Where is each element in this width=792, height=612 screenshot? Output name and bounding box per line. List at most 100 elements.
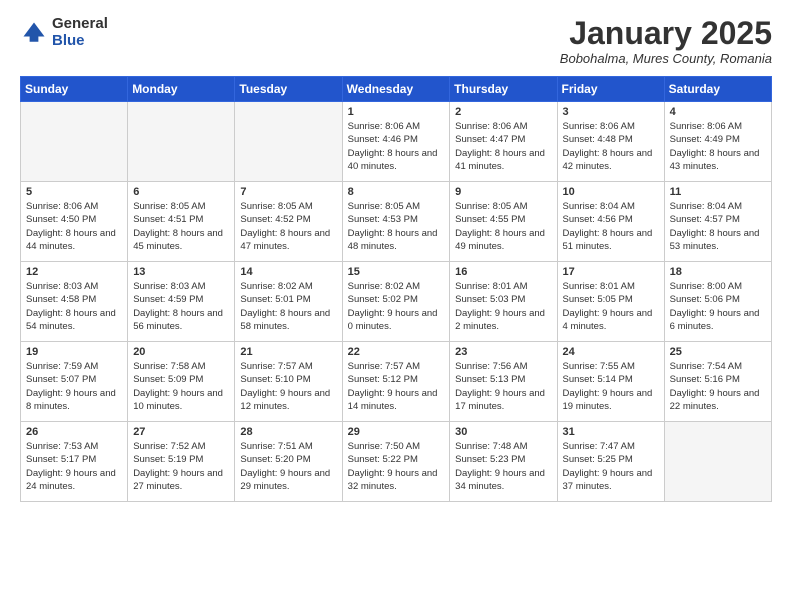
day-number: 15 [348,266,445,278]
day-number: 8 [348,186,445,198]
location: Bobohalma, Mures County, Romania [560,51,772,66]
weekday-header-thursday: Thursday [450,77,557,102]
day-cell: 24 Sunrise: 7:55 AM Sunset: 5:14 PM Dayli… [557,342,664,422]
day-number: 31 [563,426,659,438]
day-number: 27 [133,426,229,438]
day-info: Sunrise: 8:01 AM Sunset: 5:03 PM Dayligh… [455,280,551,333]
week-row-1: 1 Sunrise: 8:06 AM Sunset: 4:46 PM Daylig… [21,102,772,182]
day-cell: 11 Sunrise: 8:04 AM Sunset: 4:57 PM Dayli… [664,182,771,262]
logo-text: General Blue [52,16,108,49]
day-number: 18 [670,266,766,278]
logo-icon [20,19,48,47]
day-number: 24 [563,346,659,358]
day-cell: 27 Sunrise: 7:52 AM Sunset: 5:19 PM Dayli… [128,422,235,502]
day-info: Sunrise: 8:05 AM Sunset: 4:55 PM Dayligh… [455,200,551,253]
day-cell: 8 Sunrise: 8:05 AM Sunset: 4:53 PM Daylig… [342,182,450,262]
day-cell: 21 Sunrise: 7:57 AM Sunset: 5:10 PM Dayli… [235,342,342,422]
day-cell: 6Sunrise: 8:05 AM Sunset: 4:51 PM Daylig… [128,182,235,262]
month-title: January 2025 [560,16,772,51]
day-cell: 26 Sunrise: 7:53 AM Sunset: 5:17 PM Dayli… [21,422,128,502]
day-number: 22 [348,346,445,358]
day-info: Sunrise: 7:50 AM Sunset: 5:22 PM Dayligh… [348,440,445,493]
day-cell: 25 Sunrise: 7:54 AM Sunset: 5:16 PM Dayli… [664,342,771,422]
weekday-header-tuesday: Tuesday [235,77,342,102]
day-cell [128,102,235,182]
day-number: 11 [670,186,766,198]
day-cell: 7 Sunrise: 8:05 AM Sunset: 4:52 PM Daylig… [235,182,342,262]
day-cell: 4Sunrise: 8:06 AM Sunset: 4:49 PM Daylig… [664,102,771,182]
day-cell: 30 Sunrise: 7:48 AM Sunset: 5:23 PM Dayli… [450,422,557,502]
day-cell: 29 Sunrise: 7:50 AM Sunset: 5:22 PM Dayli… [342,422,450,502]
day-info: Sunrise: 7:57 AM Sunset: 5:10 PM Dayligh… [240,360,336,413]
week-row-4: 19 Sunrise: 7:59 AM Sunset: 5:07 PM Dayli… [21,342,772,422]
day-info: Sunrise: 8:03 AM Sunset: 4:58 PM Dayligh… [26,280,122,333]
page: General Blue January 2025 Bobohalma, Mur… [0,0,792,512]
day-info: Sunrise: 7:59 AM Sunset: 5:07 PM Dayligh… [26,360,122,413]
day-cell: 16 Sunrise: 8:01 AM Sunset: 5:03 PM Dayli… [450,262,557,342]
day-cell: 28 Sunrise: 7:51 AM Sunset: 5:20 PM Dayli… [235,422,342,502]
day-info: Sunrise: 8:01 AM Sunset: 5:05 PM Dayligh… [563,280,659,333]
day-cell: 17 Sunrise: 8:01 AM Sunset: 5:05 PM Dayli… [557,262,664,342]
day-cell [664,422,771,502]
day-info: Sunrise: 8:04 AM Sunset: 4:57 PM Dayligh… [670,200,766,253]
day-cell: 23Sunrise: 7:56 AM Sunset: 5:13 PM Dayli… [450,342,557,422]
day-info: Sunrise: 8:06 AM Sunset: 4:48 PM Dayligh… [563,120,659,173]
day-cell: 2 Sunrise: 8:06 AM Sunset: 4:47 PM Daylig… [450,102,557,182]
day-info: Sunrise: 7:53 AM Sunset: 5:17 PM Dayligh… [26,440,122,493]
day-number: 3 [563,106,659,118]
day-number: 30 [455,426,551,438]
day-cell: 12 Sunrise: 8:03 AM Sunset: 4:58 PM Dayli… [21,262,128,342]
day-info: Sunrise: 8:06 AM Sunset: 4:47 PM Dayligh… [455,120,551,173]
day-cell: 10Sunrise: 8:04 AM Sunset: 4:56 PM Dayli… [557,182,664,262]
week-row-2: 5 Sunrise: 8:06 AM Sunset: 4:50 PM Daylig… [21,182,772,262]
title-block: January 2025 Bobohalma, Mures County, Ro… [560,16,772,66]
day-info: Sunrise: 7:52 AM Sunset: 5:19 PM Dayligh… [133,440,229,493]
day-number: 5 [26,186,122,198]
weekday-header-wednesday: Wednesday [342,77,450,102]
day-cell: 15Sunrise: 8:02 AM Sunset: 5:02 PM Dayli… [342,262,450,342]
day-info: Sunrise: 7:54 AM Sunset: 5:16 PM Dayligh… [670,360,766,413]
day-info: Sunrise: 8:05 AM Sunset: 4:53 PM Dayligh… [348,200,445,253]
day-info: Sunrise: 7:51 AM Sunset: 5:20 PM Dayligh… [240,440,336,493]
day-info: Sunrise: 8:06 AM Sunset: 4:50 PM Dayligh… [26,200,122,253]
day-number: 21 [240,346,336,358]
day-number: 4 [670,106,766,118]
day-info: Sunrise: 8:06 AM Sunset: 4:46 PM Dayligh… [348,120,445,173]
day-number: 1 [348,106,445,118]
day-number: 20 [133,346,229,358]
calendar-table: SundayMondayTuesdayWednesdayThursdayFrid… [20,76,772,502]
day-cell: 1 Sunrise: 8:06 AM Sunset: 4:46 PM Daylig… [342,102,450,182]
day-number: 2 [455,106,551,118]
day-number: 16 [455,266,551,278]
day-number: 19 [26,346,122,358]
day-info: Sunrise: 7:55 AM Sunset: 5:14 PM Dayligh… [563,360,659,413]
day-number: 7 [240,186,336,198]
day-number: 23 [455,346,551,358]
day-number: 12 [26,266,122,278]
logo: General Blue [20,16,108,49]
day-number: 28 [240,426,336,438]
day-info: Sunrise: 7:47 AM Sunset: 5:25 PM Dayligh… [563,440,659,493]
day-cell [235,102,342,182]
week-row-3: 12 Sunrise: 8:03 AM Sunset: 4:58 PM Dayli… [21,262,772,342]
day-info: Sunrise: 7:57 AM Sunset: 5:12 PM Dayligh… [348,360,445,413]
day-info: Sunrise: 8:05 AM Sunset: 4:51 PM Dayligh… [133,200,229,253]
day-cell: 20 Sunrise: 7:58 AM Sunset: 5:09 PM Dayli… [128,342,235,422]
day-info: Sunrise: 8:05 AM Sunset: 4:52 PM Dayligh… [240,200,336,253]
day-cell: 13Sunrise: 8:03 AM Sunset: 4:59 PM Dayli… [128,262,235,342]
weekday-header-row: SundayMondayTuesdayWednesdayThursdayFrid… [21,77,772,102]
day-info: Sunrise: 7:58 AM Sunset: 5:09 PM Dayligh… [133,360,229,413]
day-number: 17 [563,266,659,278]
day-cell: 31 Sunrise: 7:47 AM Sunset: 5:25 PM Dayli… [557,422,664,502]
day-number: 26 [26,426,122,438]
day-number: 14 [240,266,336,278]
weekday-header-saturday: Saturday [664,77,771,102]
day-number: 9 [455,186,551,198]
header: General Blue January 2025 Bobohalma, Mur… [20,16,772,66]
day-info: Sunrise: 7:48 AM Sunset: 5:23 PM Dayligh… [455,440,551,493]
day-cell: 22 Sunrise: 7:57 AM Sunset: 5:12 PM Dayli… [342,342,450,422]
day-info: Sunrise: 8:00 AM Sunset: 5:06 PM Dayligh… [670,280,766,333]
day-info: Sunrise: 8:04 AM Sunset: 4:56 PM Dayligh… [563,200,659,253]
day-number: 29 [348,426,445,438]
day-number: 25 [670,346,766,358]
